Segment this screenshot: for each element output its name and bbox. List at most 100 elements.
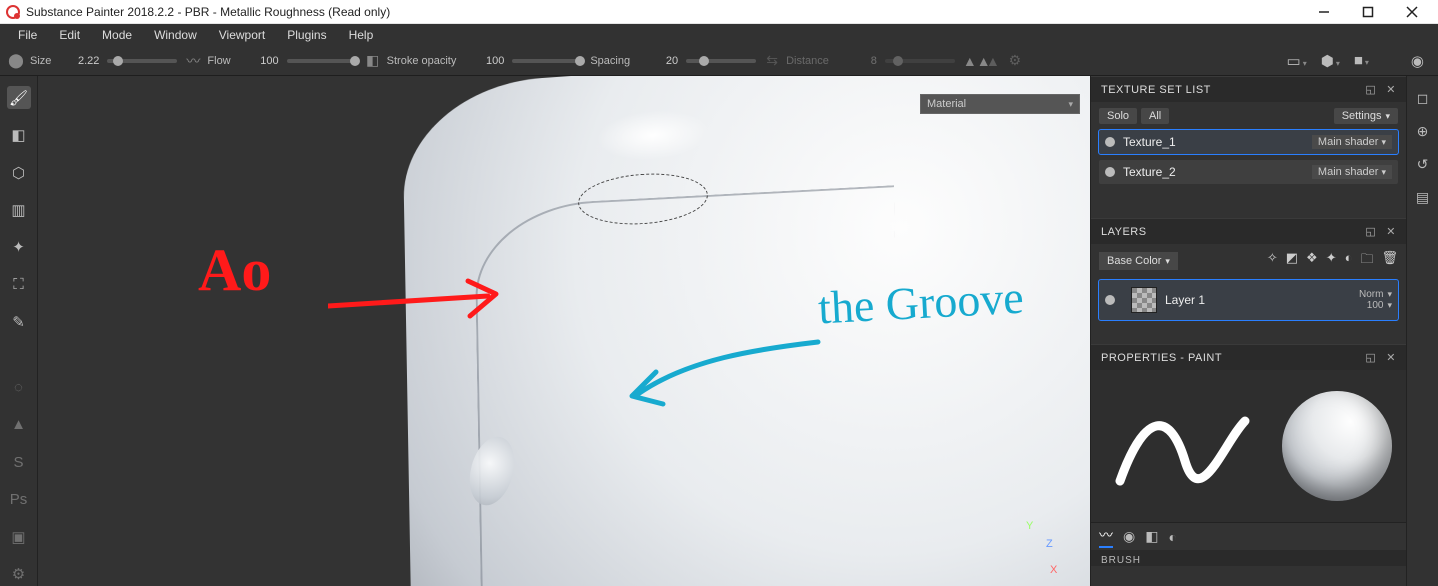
panel-close-icon[interactable]: ✕: [1386, 351, 1396, 364]
render-iray-button[interactable]: ◉: [1411, 52, 1424, 70]
texture-set-row[interactable]: Texture_2 Main shader ▾: [1099, 160, 1398, 184]
texture-set-name: Texture_1: [1123, 135, 1312, 149]
context-toolbar: ⬤ Size 2.22 〰 Flow 100 ◧ Stroke opacity …: [0, 46, 1438, 76]
add-folder-icon[interactable]: 🗀: [1360, 250, 1373, 272]
menu-help[interactable]: Help: [339, 26, 384, 44]
perspective-camera-button[interactable]: ▭▾: [1287, 52, 1307, 70]
add-fill-layer-icon[interactable]: ❖: [1306, 250, 1318, 272]
resources-updater-icon[interactable]: ▣: [7, 525, 31, 548]
layer-blend-mode[interactable]: Norm: [1359, 289, 1383, 300]
window-titlebar: Substance Painter 2018.2.2 - PBR - Metal…: [0, 0, 1438, 24]
material-tab-icon[interactable]: ◐: [1168, 529, 1176, 545]
add-paint-layer-icon[interactable]: ✦: [1326, 250, 1337, 272]
chevron-down-icon: ▾: [1381, 167, 1386, 178]
stencil-tab-icon[interactable]: ◧: [1145, 528, 1158, 545]
texture-set-name: Texture_2: [1123, 165, 1312, 179]
texture-set-settings-dropdown[interactable]: Settings ▾: [1334, 108, 1398, 124]
annotation-groove-text: the Groove: [817, 271, 1025, 335]
texture-set-shader-dropdown[interactable]: Main shader ▾: [1312, 165, 1392, 179]
eraser-tool-icon[interactable]: ◧: [7, 123, 31, 146]
add-smart-material-icon[interactable]: ◐: [1345, 250, 1353, 272]
history-icon[interactable]: ↺: [1417, 156, 1429, 173]
menu-window[interactable]: Window: [144, 26, 207, 44]
panel-undock-icon[interactable]: ◱: [1365, 351, 1376, 364]
window-close-button[interactable]: [1390, 0, 1434, 24]
camera-button[interactable]: ■▾: [1354, 52, 1369, 69]
panel-undock-icon[interactable]: ◱: [1365, 83, 1376, 96]
chevron-down-icon: ▾: [1165, 256, 1170, 267]
projection-tool-icon[interactable]: ⬡: [7, 161, 31, 184]
distance-slider: [885, 59, 955, 63]
alpha-tab-icon[interactable]: ◉: [1123, 528, 1135, 545]
menu-edit[interactable]: Edit: [49, 26, 90, 44]
smudge-tool-icon[interactable]: ✦: [7, 236, 31, 259]
layer-name[interactable]: Layer 1: [1165, 293, 1359, 307]
window-minimize-button[interactable]: [1302, 0, 1346, 24]
delete-layer-icon[interactable]: 🗑: [1381, 250, 1398, 272]
brush-tab-icon[interactable]: 〰: [1099, 525, 1113, 548]
menu-viewport[interactable]: Viewport: [209, 26, 275, 44]
texture-set-row[interactable]: Texture_1 Main shader ▾: [1099, 130, 1398, 154]
photoshop-export-icon[interactable]: Ps: [7, 488, 31, 511]
view-mode-button[interactable]: ⬢▾: [1321, 52, 1340, 70]
opacity-label: Stroke opacity: [387, 55, 457, 67]
panel-undock-icon[interactable]: ◱: [1365, 225, 1376, 238]
viewport-3d[interactable]: Ao the Groove Material ▾ Y Z X: [38, 76, 1090, 586]
menu-bar: File Edit Mode Window Viewport Plugins H…: [0, 24, 1438, 46]
texture-set-solo-button[interactable]: Solo: [1099, 108, 1137, 124]
texture-set-all-button[interactable]: All: [1141, 108, 1169, 124]
panel-close-icon[interactable]: ✕: [1386, 83, 1396, 96]
layer-opacity[interactable]: 100: [1367, 300, 1384, 311]
window-maximize-button[interactable]: [1346, 0, 1390, 24]
viewport-material-dropdown[interactable]: Material ▾: [920, 94, 1080, 114]
menu-mode[interactable]: Mode: [92, 26, 142, 44]
layer-row[interactable]: Layer 1 Norm▾ 100▾: [1099, 280, 1398, 320]
texture-set-list-title: TEXTURE SET LIST: [1101, 84, 1211, 96]
brush-stroke-preview: [1105, 391, 1255, 501]
layers-channel-dropdown[interactable]: Base Color ▾: [1099, 252, 1178, 270]
clone-tool-icon[interactable]: ⛶: [7, 273, 31, 296]
material-picker-tool-icon[interactable]: ✎: [7, 310, 31, 333]
visibility-toggle-icon[interactable]: [1105, 295, 1115, 305]
material-sphere-preview: [1282, 391, 1392, 501]
log-icon[interactable]: ▤: [1416, 189, 1429, 206]
properties-title: PROPERTIES - PAINT: [1101, 352, 1222, 364]
panel-close-icon[interactable]: ✕: [1386, 225, 1396, 238]
symmetry-y-icon[interactable]: ▲: [985, 53, 1001, 69]
symmetry-x-icon[interactable]: ▲▲: [963, 53, 979, 69]
layer-thumbnail[interactable]: [1131, 287, 1157, 313]
visibility-toggle-icon[interactable]: [1105, 167, 1115, 177]
size-slider[interactable]: [107, 59, 177, 63]
flow-value[interactable]: 100: [237, 55, 279, 67]
shader-settings-icon[interactable]: ⊕: [1417, 123, 1429, 140]
spacing-slider[interactable]: [686, 59, 756, 63]
axis-gizmo[interactable]: Y Z X: [1006, 520, 1066, 580]
layers-header: LAYERS ◱ ✕: [1091, 218, 1406, 244]
opacity-slider[interactable]: [512, 59, 582, 63]
annotation-ao-arrow-icon: [328, 276, 528, 336]
distance-icon: ⇆: [764, 52, 780, 69]
flow-slider[interactable]: [287, 59, 357, 63]
paint-tool-icon[interactable]: 🖌: [7, 86, 31, 109]
quick-mask-icon[interactable]: ◌: [7, 376, 31, 399]
add-effect-icon[interactable]: ✧: [1267, 250, 1278, 272]
properties-preview: [1091, 370, 1406, 522]
settings-gear-icon[interactable]: ⚙: [7, 563, 31, 586]
chevron-down-icon: ▾: [1385, 111, 1390, 122]
opacity-value[interactable]: 100: [462, 55, 504, 67]
polygon-fill-tool-icon[interactable]: ▥: [7, 198, 31, 221]
spacing-value[interactable]: 20: [636, 55, 678, 67]
right-dock: TEXTURE SET LIST ◱ ✕ Solo All Settings ▾…: [1090, 76, 1406, 586]
texture-set-shader-dropdown[interactable]: Main shader ▾: [1312, 135, 1392, 149]
visibility-toggle-icon[interactable]: [1105, 137, 1115, 147]
substance-icon[interactable]: S: [7, 450, 31, 473]
flow-label: Flow: [207, 55, 230, 67]
baking-icon[interactable]: ▲: [7, 413, 31, 436]
distance-value: 8: [835, 55, 877, 67]
symmetry-settings-icon[interactable]: ⚙: [1007, 52, 1023, 69]
menu-file[interactable]: File: [8, 26, 47, 44]
menu-plugins[interactable]: Plugins: [277, 26, 336, 44]
display-settings-icon[interactable]: ◻: [1417, 90, 1429, 107]
add-mask-icon[interactable]: ◩: [1286, 250, 1298, 272]
size-value[interactable]: 2.22: [57, 55, 99, 67]
